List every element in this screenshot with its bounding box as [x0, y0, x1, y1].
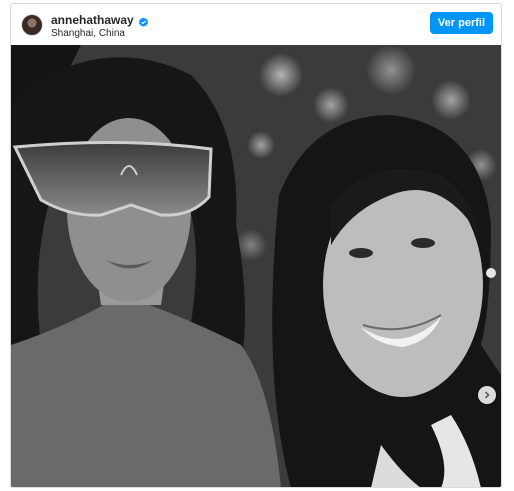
- username[interactable]: annehathaway: [51, 13, 134, 27]
- photo-image: [11, 45, 501, 487]
- verified-badge-icon: [138, 15, 149, 27]
- post-header: annehathaway Shanghai, China Ver perfil: [11, 4, 501, 45]
- next-photo-button[interactable]: [478, 386, 496, 404]
- view-profile-button[interactable]: Ver perfil: [429, 12, 493, 34]
- location[interactable]: Shanghai, China: [51, 28, 125, 39]
- post-photo[interactable]: [11, 45, 501, 487]
- avatar[interactable]: [21, 14, 43, 36]
- chevron-right-icon: [483, 386, 491, 404]
- username-row: annehathaway: [51, 13, 149, 27]
- instagram-embed: annehathaway Shanghai, China Ver perfil: [10, 3, 502, 488]
